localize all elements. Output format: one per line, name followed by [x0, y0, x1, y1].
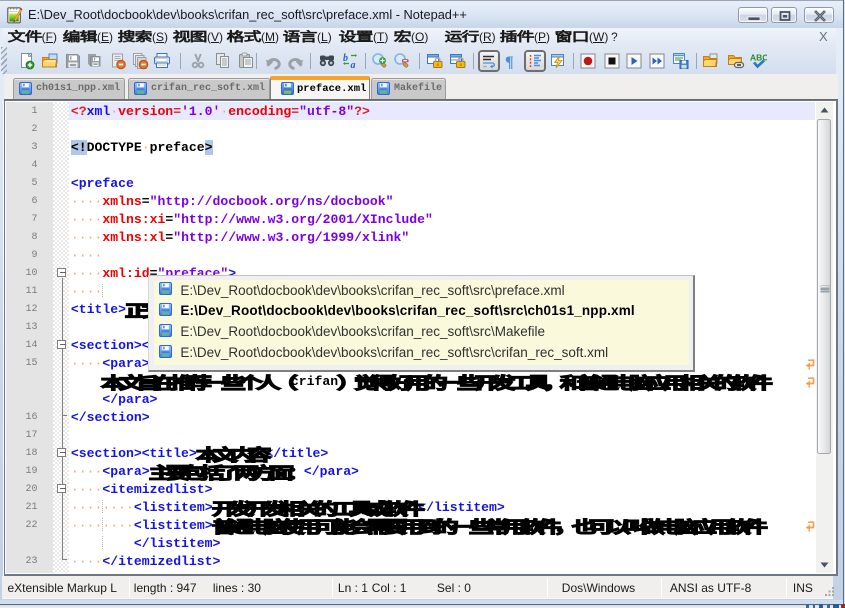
- svg-text:a: a: [351, 60, 356, 70]
- svg-text:¶: ¶: [505, 54, 514, 70]
- svg-text:b: b: [343, 53, 348, 64]
